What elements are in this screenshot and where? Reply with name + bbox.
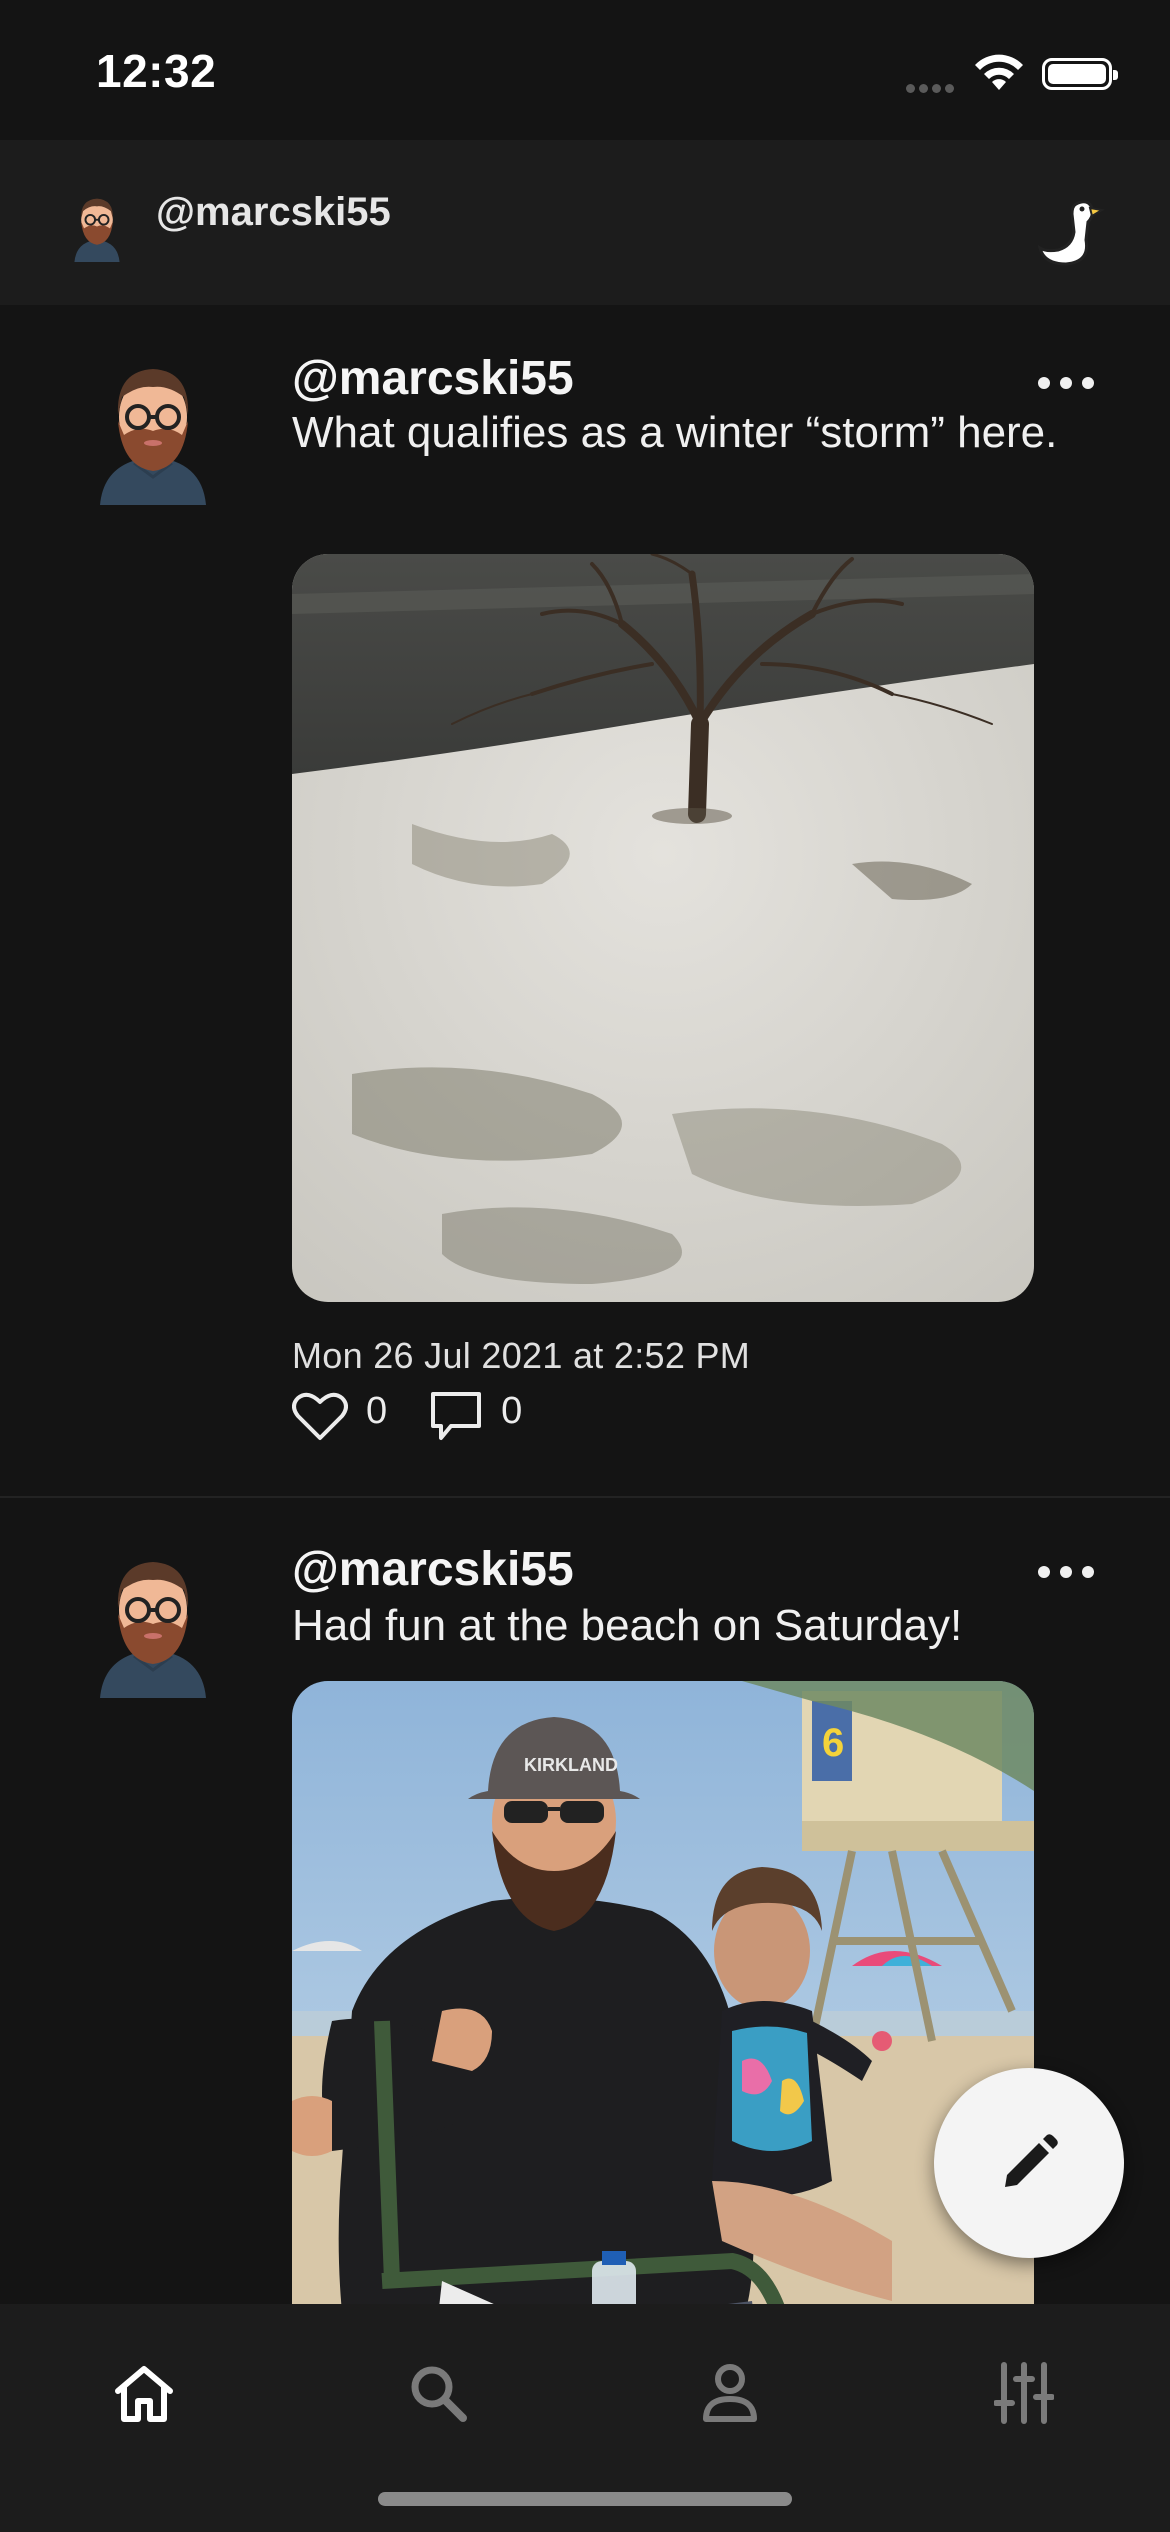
tab-search[interactable]: [378, 2348, 498, 2438]
post-handle[interactable]: @marcski55: [292, 1542, 574, 1597]
header-handle[interactable]: @marcski55: [156, 190, 391, 235]
more-options-button[interactable]: [1038, 1560, 1094, 1584]
more-options-button[interactable]: [1038, 371, 1094, 395]
post-avatar[interactable]: [96, 1548, 210, 1698]
post-actions: 0 0: [292, 1387, 564, 1447]
search-icon: [411, 2366, 467, 2422]
wifi-icon: [975, 54, 1023, 90]
compose-button[interactable]: [934, 2068, 1124, 2258]
status-time: 12:32: [96, 45, 217, 97]
home-icon: [115, 2366, 173, 2422]
home-indicator: [378, 2492, 792, 2506]
svg-text:6: 6: [822, 1721, 844, 1765]
sliders-icon: [994, 2362, 1054, 2424]
status-bar: 12:32: [0, 0, 1170, 140]
comment-count: 0: [501, 1389, 523, 1432]
comment-icon: [431, 1392, 482, 1440]
pencil-icon: [1005, 2134, 1058, 2187]
signal-icon: [906, 80, 960, 93]
post[interactable]: @marcski55 What qualifies as a winter “s…: [0, 305, 1170, 1498]
tab-settings[interactable]: [964, 2348, 1084, 2438]
like-count: 0: [366, 1389, 388, 1432]
post-avatar[interactable]: [96, 355, 210, 505]
header-avatar[interactable]: [66, 190, 128, 262]
svg-text:KIRKLAND: KIRKLAND: [524, 1755, 618, 1775]
top-header: @marcski55: [0, 140, 1170, 305]
feed[interactable]: @marcski55 What qualifies as a winter “s…: [0, 305, 1170, 2304]
app-screen: 12:32 @marcski55 @marcski55 What qualifi…: [0, 0, 1170, 2532]
person-icon: [703, 2364, 757, 2422]
post-handle[interactable]: @marcski55: [292, 351, 574, 406]
like-button[interactable]: 0: [292, 1389, 388, 1442]
post-image[interactable]: [292, 554, 1034, 1302]
tab-profile[interactable]: [670, 2348, 790, 2438]
post-text: What qualifies as a winter “storm” here.: [292, 408, 1058, 457]
post-text: Had fun at the beach on Saturday!: [292, 1601, 963, 1650]
battery-icon: [1042, 58, 1118, 90]
comment-button[interactable]: 0: [429, 1390, 522, 1444]
tab-home[interactable]: [84, 2348, 204, 2438]
post-image[interactable]: 6 KIRKLAND: [292, 1681, 1034, 2304]
goose-logo-icon[interactable]: [1036, 196, 1106, 270]
heart-icon: [292, 1392, 348, 1440]
post-date: Mon 26 Jul 2021 at 2:52 PM: [292, 1335, 751, 1376]
